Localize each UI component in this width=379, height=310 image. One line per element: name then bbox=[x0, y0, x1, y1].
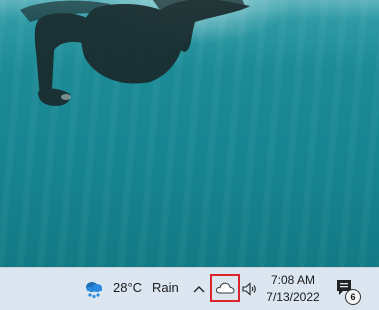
swimmer-figure bbox=[20, 0, 250, 106]
weather-condition[interactable]: Rain bbox=[152, 280, 179, 295]
weather-temperature[interactable]: 28°C bbox=[113, 280, 142, 295]
clock-date: 7/13/2022 bbox=[266, 290, 320, 304]
clock-time: 7:08 AM bbox=[270, 273, 316, 287]
notification-center-icon[interactable]: 6 bbox=[334, 277, 362, 305]
system-clock[interactable]: 7:08 AM 7/13/2022 bbox=[263, 271, 323, 307]
notification-count-badge: 6 bbox=[345, 289, 361, 305]
desktop-wallpaper bbox=[0, 0, 379, 267]
taskbar: 28°C Rain 7:08 AM 7/13/2022 6 bbox=[0, 267, 379, 310]
show-hidden-icons-chevron-icon[interactable] bbox=[190, 277, 208, 301]
rain-cloud-icon[interactable] bbox=[82, 277, 106, 301]
speaker-icon[interactable] bbox=[241, 279, 259, 299]
onedrive-cloud-icon[interactable] bbox=[210, 274, 240, 302]
